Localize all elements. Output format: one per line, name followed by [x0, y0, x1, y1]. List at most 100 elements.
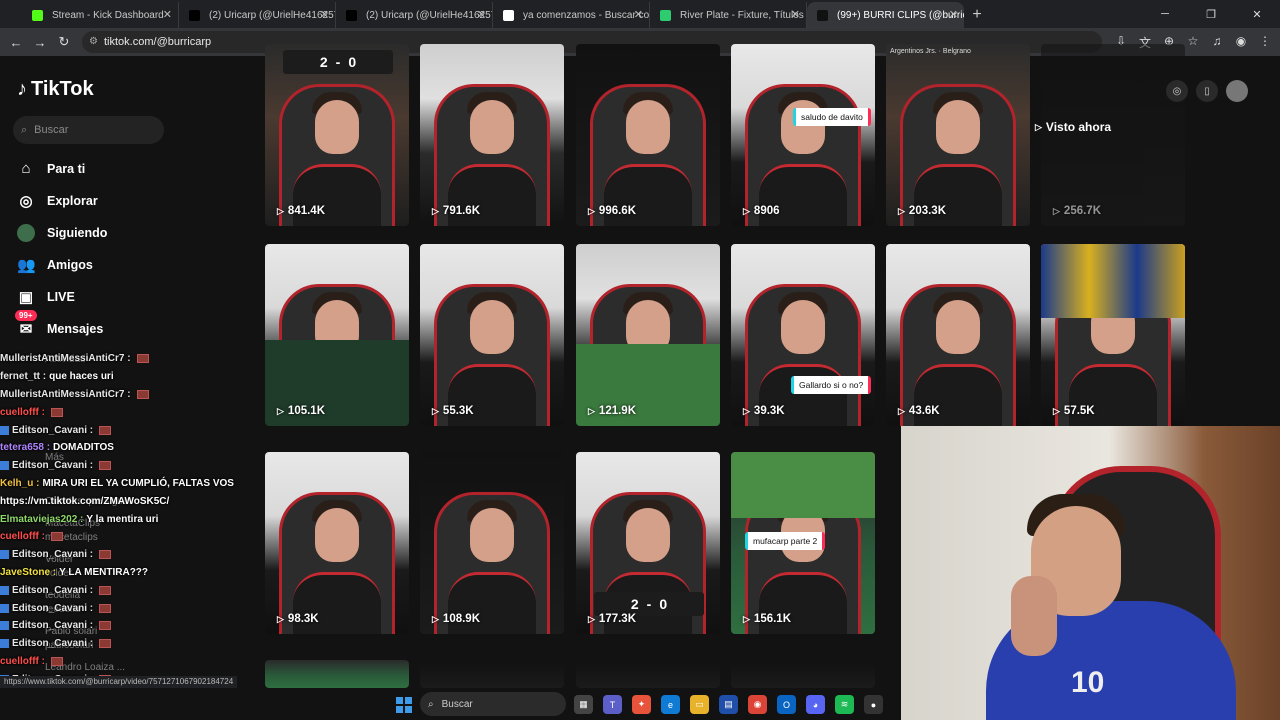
- play-icon: ▷: [1053, 205, 1060, 216]
- chat-username: Editson_Cavani :: [12, 460, 94, 472]
- video-card[interactable]: ▷ 55.3K: [420, 244, 564, 426]
- nav-para-ti[interactable]: ⌂ Para ti: [17, 160, 85, 177]
- forward-icon[interactable]: →: [28, 35, 52, 50]
- home-icon: ⌂: [21, 160, 31, 177]
- browser-tab[interactable]: (99+) BURRI CLIPS (@burricarp)✕: [807, 2, 964, 28]
- emote-icon: [51, 532, 63, 542]
- clip-tag: Gallardo si o no?: [791, 376, 872, 394]
- play-icon: ▷: [277, 613, 284, 624]
- site-info-icon[interactable]: ⚙: [89, 36, 98, 47]
- video-card[interactable]: 2-0 ▷ 841.4K: [265, 44, 409, 226]
- video-card[interactable]: [576, 660, 720, 688]
- video-card[interactable]: ▷ 108.9K: [420, 452, 564, 634]
- nav-mensajes[interactable]: ✉ 99+ Mensajes: [15, 310, 103, 338]
- nav-siguiendo[interactable]: Siguiendo: [17, 224, 107, 242]
- menu-icon[interactable]: ⋮: [1258, 34, 1272, 51]
- chat-username: Kelh_u :: [0, 477, 40, 489]
- play-icon: ▷: [588, 205, 595, 216]
- view-count: ▷ 55.3K: [432, 405, 474, 417]
- tiktok-logo[interactable]: ♪ TikTok: [17, 78, 94, 101]
- edge-icon[interactable]: e: [661, 695, 680, 714]
- face-shape: [781, 300, 825, 354]
- video-card[interactable]: [731, 660, 875, 688]
- video-card[interactable]: mufacarp parte 2 ▷ 156.1K: [731, 452, 875, 634]
- video-card[interactable]: ▷ 98.3K: [265, 452, 409, 634]
- video-card[interactable]: [420, 660, 564, 688]
- face-shape: [626, 100, 670, 154]
- view-count: ▷ 108.9K: [432, 613, 481, 625]
- emote-icon: [136, 389, 149, 399]
- tab-close-icon[interactable]: ✕: [163, 8, 172, 21]
- store-icon[interactable]: ▤: [719, 695, 738, 714]
- teams-icon[interactable]: T: [603, 695, 622, 714]
- tab-title: (2) Uricarp (@UrielHe41625775: [366, 9, 492, 21]
- close-window-icon[interactable]: ✕: [1234, 0, 1280, 28]
- new-tab-button[interactable]: +: [964, 2, 990, 28]
- video-card[interactable]: Gallardo si o no? ▷ 39.3K: [731, 244, 875, 426]
- video-card[interactable]: ▷ 256.7K: [1041, 44, 1185, 226]
- nav-live[interactable]: ▣ LIVE: [17, 288, 75, 306]
- chrome-icon[interactable]: ◉: [748, 695, 767, 714]
- video-card[interactable]: ▷ 105.1K: [265, 244, 409, 426]
- chat-text: https://vm.tiktok.com/ZMAWoSK5C/: [0, 495, 170, 507]
- task-view-icon[interactable]: ▦: [574, 695, 593, 714]
- tab-title: ya comenzamos - Buscar con G: [523, 9, 650, 21]
- emote-icon: [99, 621, 112, 631]
- device-icon[interactable]: ▯: [1196, 80, 1218, 102]
- tab-close-icon[interactable]: ✕: [320, 8, 329, 21]
- back-icon[interactable]: ←: [4, 35, 28, 50]
- view-count: ▷ 39.3K: [743, 405, 785, 417]
- reload-icon[interactable]: ↻: [52, 34, 76, 50]
- video-card[interactable]: [265, 660, 409, 688]
- compass-small-icon[interactable]: ◎: [1166, 80, 1188, 102]
- media-icon[interactable]: ♫: [1210, 34, 1224, 51]
- bookmark-star-icon[interactable]: ☆: [1186, 34, 1200, 51]
- browser-tab[interactable]: Stream - Kick Dashboard ✕: [22, 2, 179, 28]
- browser-tab[interactable]: ya comenzamos - Buscar con G✕: [493, 2, 650, 28]
- tab-close-icon[interactable]: ✕: [949, 8, 958, 21]
- video-card[interactable]: ▷ 57.5K: [1041, 244, 1185, 426]
- user-avatar[interactable]: [1226, 80, 1248, 102]
- nav-explorar[interactable]: ◎ Explorar: [17, 192, 97, 210]
- tab-close-icon[interactable]: ✕: [791, 8, 800, 21]
- face-shape: [470, 508, 514, 562]
- spotify-icon[interactable]: ≋: [835, 695, 854, 714]
- pitch-shape: [731, 452, 875, 518]
- obs-icon[interactable]: ●: [864, 695, 883, 714]
- copilot-icon[interactable]: ✦: [632, 695, 651, 714]
- face-shape: [936, 300, 980, 354]
- video-card[interactable]: ▷ 791.6K: [420, 44, 564, 226]
- video-card[interactable]: ▷ 43.6K: [886, 244, 1030, 426]
- play-icon: ▷: [588, 613, 595, 624]
- browser-tab[interactable]: River Plate - Fixture, Títulos y P ✕: [650, 2, 807, 28]
- video-card[interactable]: Argentinos Jrs. · Belgrano ▷ 203.3K: [886, 44, 1030, 226]
- video-card[interactable]: saludo de davito ▷ 8906: [731, 44, 875, 226]
- tab-close-icon[interactable]: ✕: [634, 8, 643, 21]
- chat-username: Editson_Cavani :: [12, 638, 94, 650]
- window-controls: ─ ❐ ✕: [1142, 0, 1280, 28]
- browser-tab[interactable]: (2) Uricarp (@UrielHe41625775✕: [336, 2, 493, 28]
- outlook-icon[interactable]: O: [777, 695, 796, 714]
- browser-tab[interactable]: (2) Uricarp (@UrielHe41625775✕: [179, 2, 336, 28]
- tab-favicon-icon: [189, 10, 200, 21]
- view-count: ▷ 43.6K: [898, 405, 940, 417]
- view-count: ▷ 791.6K: [432, 205, 481, 217]
- search-input[interactable]: ⌕ Buscar: [13, 116, 164, 144]
- minimize-icon[interactable]: ─: [1142, 0, 1188, 28]
- discord-icon[interactable]: ◕: [806, 695, 825, 714]
- windows-start-icon[interactable]: [396, 697, 412, 713]
- emote-icon: [99, 550, 112, 560]
- tab-close-icon[interactable]: ✕: [477, 8, 486, 21]
- emote-icon: [51, 407, 63, 417]
- maximize-icon[interactable]: ❐: [1188, 0, 1234, 28]
- video-card[interactable]: ▷ 121.9K: [576, 244, 720, 426]
- video-card[interactable]: ▷ 996.6K: [576, 44, 720, 226]
- chat-message: Editson_Cavani :: [0, 581, 250, 599]
- profile-icon[interactable]: ◉: [1234, 34, 1248, 51]
- nav-amigos[interactable]: 👥 Amigos: [17, 256, 93, 274]
- view-count: ▷ 156.1K: [743, 613, 792, 625]
- emote-icon: [136, 354, 149, 364]
- taskbar-search[interactable]: ⌕ Buscar: [420, 692, 566, 716]
- file-explorer-icon[interactable]: ▭: [690, 695, 709, 714]
- video-card[interactable]: 2-0 ▷ 177.3K: [576, 452, 720, 634]
